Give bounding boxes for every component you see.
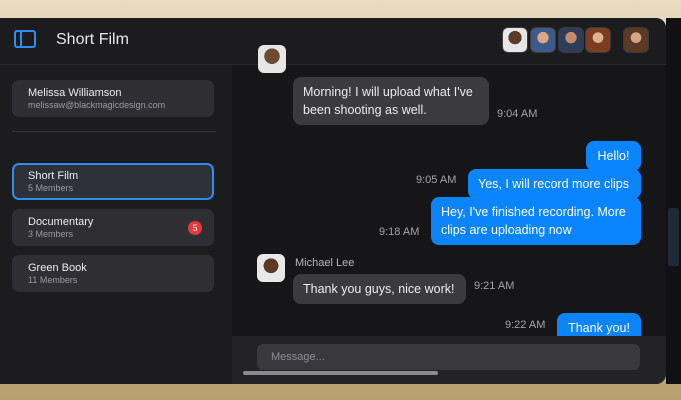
group-name: Short Film xyxy=(28,170,79,182)
sidebar-divider xyxy=(12,131,216,132)
app-window: Short Film Melissa Williamson melissaw@b… xyxy=(0,18,666,384)
group-members: 5 Members xyxy=(28,183,74,193)
group-item-documentary[interactable]: Documentary 3 Members 5 xyxy=(12,209,214,246)
user-email: melissaw@blackmagicdesign.com xyxy=(28,100,166,110)
message-time: 9:04 AM xyxy=(497,108,538,120)
avatar[interactable] xyxy=(257,254,285,282)
group-item-green-book[interactable]: Green Book 11 Members xyxy=(12,255,214,292)
home-indicator[interactable] xyxy=(243,371,438,375)
avatar[interactable] xyxy=(502,27,528,53)
sidebar-toggle-icon[interactable] xyxy=(14,30,36,48)
message-time: 9:22 AM xyxy=(505,319,546,331)
avatar[interactable] xyxy=(530,27,556,53)
avatar[interactable] xyxy=(558,27,584,53)
sidebar: Melissa Williamson melissaw@blackmagicde… xyxy=(0,65,232,384)
unread-badge: 5 xyxy=(188,221,202,235)
message-input[interactable] xyxy=(257,344,640,370)
avatar xyxy=(258,45,286,73)
message-time: 9:05 AM xyxy=(416,174,457,186)
page-title: Short Film xyxy=(56,31,129,48)
bezel-detail xyxy=(668,208,679,266)
chat-area: Morning! I will upload what I've been sh… xyxy=(232,45,666,343)
message-bubble: Morning! I will upload what I've been sh… xyxy=(293,77,489,125)
message-bubble: Yes, I will record more clips xyxy=(468,169,641,199)
message-time: 9:21 AM xyxy=(474,280,515,292)
group-members: 3 Members xyxy=(28,229,74,239)
device-bezel xyxy=(666,18,681,384)
sender-name: Michael Lee xyxy=(295,257,355,269)
current-user-avatar[interactable] xyxy=(623,27,649,53)
group-members: 11 Members xyxy=(28,275,78,285)
message-time: 9:18 AM xyxy=(379,226,420,238)
composer-bar xyxy=(232,336,666,384)
avatar[interactable] xyxy=(585,27,611,53)
group-name: Green Book xyxy=(28,262,87,274)
message-bubble: Hello! xyxy=(586,141,641,171)
group-item-short-film[interactable]: Short Film 5 Members xyxy=(12,163,214,200)
user-profile-card[interactable]: Melissa Williamson melissaw@blackmagicde… xyxy=(12,80,214,117)
user-name: Melissa Williamson xyxy=(28,87,122,99)
message-bubble: Thank you guys, nice work! xyxy=(293,274,466,304)
message-bubble: Hey, I've finished recording. More clips… xyxy=(431,197,641,245)
header-bar: Short Film xyxy=(0,18,666,65)
group-name: Documentary xyxy=(28,216,94,228)
